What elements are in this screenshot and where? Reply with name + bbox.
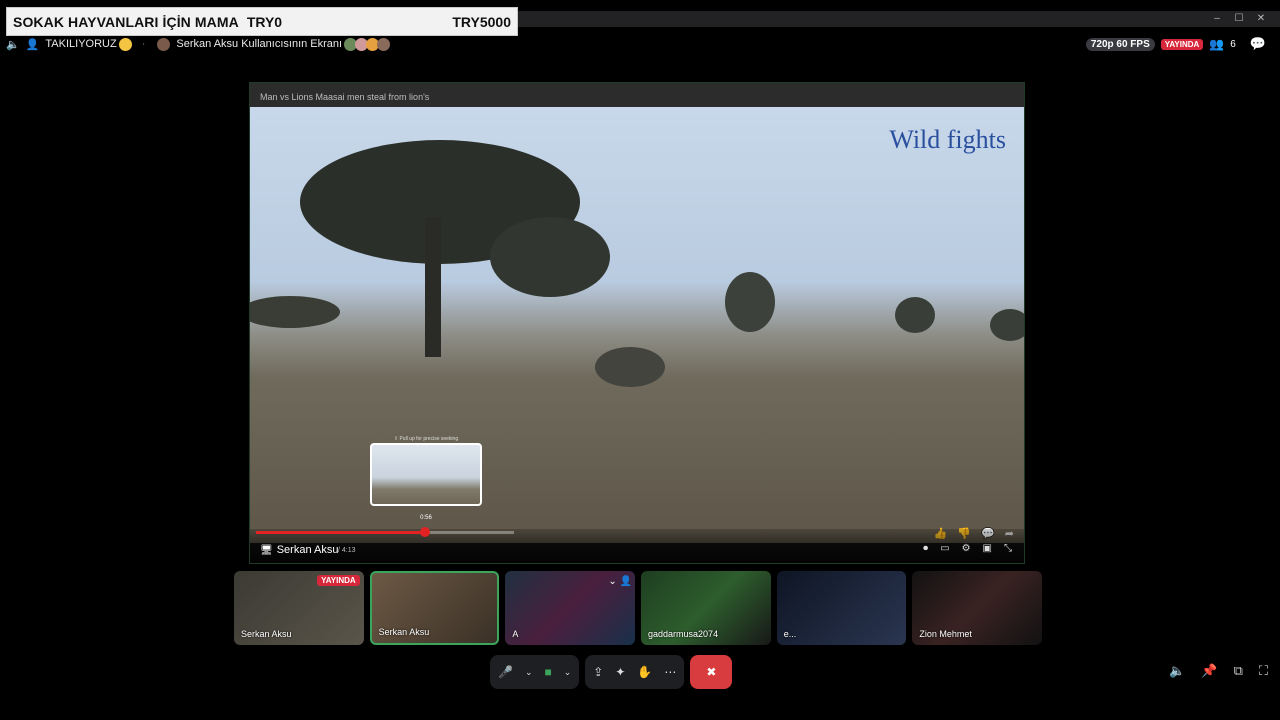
camera-options-chevron-icon[interactable]: ⌄ — [564, 667, 572, 678]
chat-icon[interactable]: 💬 — [1250, 36, 1266, 52]
av-controls: 🎤 ⌄ ■ ⌄ — [490, 655, 580, 689]
status-text: TAKILIYORUZ — [45, 38, 117, 50]
activities-icon[interactable]: ✦ — [615, 665, 625, 679]
stream-info: 720p 60 FPS YAYINDA 👥 6 💬 — [1085, 36, 1266, 52]
quality-badge[interactable]: 720p 60 FPS — [1085, 37, 1155, 51]
monitor-icon: 🖥 — [260, 544, 273, 556]
volume-icon[interactable]: 🔈 — [6, 38, 20, 51]
participant-name: A — [512, 629, 519, 639]
participant-name: Serkan Aksu — [241, 629, 292, 639]
savanna-scene — [250, 140, 1024, 387]
participant-name: Serkan Aksu — [378, 627, 430, 637]
call-controls: 🎤 ⌄ ■ ⌄ ⇪ ✦ ✋ ⋯ ✖ — [490, 655, 733, 689]
speaker-icon[interactable]: 🔈 — [1169, 663, 1185, 679]
activity-controls: ⇪ ✦ ✋ ⋯ — [585, 655, 685, 689]
player-control-strip — [250, 529, 1024, 563]
video-duration: / 4:13 — [338, 547, 356, 554]
stream-view[interactable]: Man vs Lions Maasai men steal from lion'… — [249, 82, 1025, 564]
participant-tile[interactable]: e... — [776, 571, 907, 645]
end-call-icon: ✖ — [706, 665, 717, 679]
live-badge: YAYINDA — [1160, 38, 1204, 50]
donation-goal: TRY5000 — [452, 13, 511, 30]
user-status-icon: 👤 — [25, 38, 40, 51]
participant-tile[interactable]: YAYINDA Serkan Aksu — [234, 571, 364, 645]
close-button[interactable]: ✕ — [1256, 12, 1266, 26]
view-controls: 🔈 📌 ⧉ ⛶ — [1169, 663, 1268, 679]
autoplay-toggle-icon[interactable]: ⏺ — [923, 543, 928, 554]
microphone-icon[interactable]: 🎤 — [498, 665, 513, 679]
settings-icon[interactable]: ⚙ — [962, 543, 971, 554]
streamer-avatar — [157, 37, 171, 51]
mic-options-chevron-icon[interactable]: ⌄ — [525, 667, 533, 678]
end-call-button[interactable]: ✖ — [690, 655, 733, 689]
stream-topbar: 🔈 👤 TAKILIYORUZ · Serkan Aksu Kullanıcıs… — [6, 36, 1274, 52]
viewer-count: 6 — [1230, 38, 1236, 50]
video-overlay-text: Wild fights — [889, 125, 1006, 154]
participant-tile[interactable]: ⌄ 👤 A — [505, 571, 636, 645]
minimize-button[interactable]: – — [1212, 12, 1222, 26]
seek-preview-time: 0:56 — [420, 515, 432, 521]
progress-fill — [256, 531, 425, 534]
seek-hint: ⇧ Pull up for precise seeking — [393, 436, 459, 442]
donation-goal-banner: SOKAK HAYVANLARI İÇİN MAMA TRY0 TRY5000 — [6, 7, 518, 36]
popout-icon[interactable]: ⧉ — [1234, 663, 1243, 679]
live-badge: YAYINDA — [317, 575, 360, 586]
participant-tiles: YAYINDA Serkan Aksu Serkan Aksu ⌄ 👤 A ga… — [234, 571, 1043, 645]
camera-icon[interactable]: ■ — [545, 665, 552, 679]
fullscreen-icon[interactable]: ⛶ — [1259, 663, 1268, 679]
channel-text: Serkan Aksu Kullanıcısının Ekranı — [176, 38, 343, 50]
participant-tile[interactable]: Serkan Aksu — [369, 571, 500, 645]
pin-icon[interactable]: 📌 — [1201, 663, 1217, 679]
participant-options-icon[interactable]: ⌄ 👤 — [608, 576, 632, 587]
video-title: Man vs Lions Maasai men steal from lion'… — [250, 83, 1024, 107]
screen-share-icon[interactable]: ⇪ — [593, 665, 603, 679]
viewers-icon[interactable]: 👥 — [1209, 37, 1224, 51]
progress-handle[interactable] — [420, 527, 430, 537]
participant-tile[interactable]: gaddarmusa2074 — [641, 571, 771, 645]
window-titlebar — [518, 11, 1280, 27]
participant-name: Zion Mehmet — [919, 629, 972, 639]
video-frame[interactable]: Wild fights ⇧ Pull up for precise seekin… — [250, 107, 1024, 543]
participant-name: e... — [783, 629, 797, 639]
maximize-button[interactable]: ☐ — [1234, 12, 1244, 26]
seek-preview-thumbnail — [370, 443, 482, 506]
emoji-icon — [118, 37, 132, 51]
more-options-icon[interactable]: ⋯ — [664, 665, 676, 679]
captions-icon[interactable]: ▭ — [940, 543, 949, 554]
sharer-name: Serkan Aksu — [276, 544, 339, 556]
window-controls: – ☐ ✕ — [1212, 12, 1266, 26]
participant-name: gaddarmusa2074 — [648, 629, 719, 639]
exit-fullscreen-icon[interactable]: ⤡ — [1004, 543, 1012, 554]
donation-amount: TRY0 — [246, 13, 283, 30]
viewer-avatar — [377, 37, 391, 51]
miniplayer-icon[interactable]: ▣ — [983, 543, 992, 554]
player-settings: ⏺ ▭ ⚙ ▣ ⤡ — [923, 543, 1012, 554]
screen-share-label: 🖥 Serkan Aksu — [260, 544, 338, 556]
donation-title: SOKAK HAYVANLARI İÇİN MAMA — [13, 13, 239, 30]
participant-tile[interactable]: Zion Mehmet — [912, 571, 1043, 645]
soundboard-icon[interactable]: ✋ — [637, 665, 652, 679]
separator-dot: · — [141, 38, 146, 50]
